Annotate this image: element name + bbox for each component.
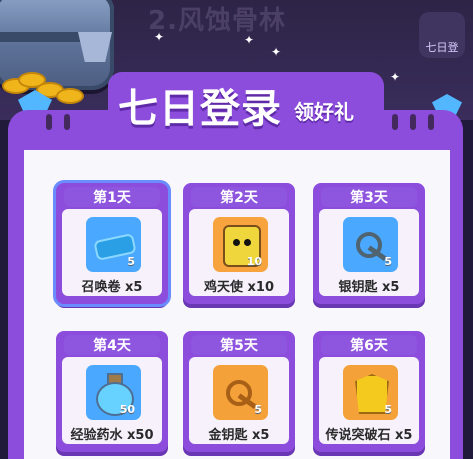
day-label: 第4天: [64, 335, 160, 355]
item-name: 银钥匙 x5: [338, 280, 400, 295]
corner-logo-text: 七日登: [425, 41, 459, 54]
item-quantity: 5: [127, 255, 135, 268]
silver-key-icon: 5: [343, 217, 398, 272]
item-quantity: 5: [384, 255, 392, 268]
page-subtitle: 领好礼: [294, 100, 354, 124]
item-name: 召唤卷 x5: [81, 280, 143, 295]
reward-body: 5 召唤卷 x5: [62, 209, 162, 296]
reward-card-day-4[interactable]: 第4天 50 经验药水 x50: [56, 331, 168, 452]
sparkle-icon: ✦: [271, 45, 282, 59]
ring-binder-icon: [64, 114, 70, 130]
sparkle-icon: ✦: [244, 33, 255, 47]
reward-card-day-6[interactable]: 第6天 5 传说突破石 x5: [313, 331, 425, 452]
item-quantity: 50: [119, 403, 135, 416]
reward-body: 5 银钥匙 x5: [319, 209, 419, 296]
day-label: 第6天: [321, 335, 417, 355]
day-label: 第2天: [191, 187, 287, 207]
corner-logo: 七日登: [419, 12, 465, 58]
sparkle-icon: ✦: [390, 70, 401, 84]
item-name: 鸡天使 x10: [203, 280, 274, 295]
reward-card-day-1[interactable]: 第1天 5 召唤卷 x5: [56, 183, 168, 304]
reward-card-day-2[interactable]: 第2天 10 鸡天使 x10: [183, 183, 295, 304]
legend-stone-icon: 5: [343, 365, 398, 420]
background-title: 2.风蚀骨林: [148, 6, 286, 36]
day-label: 第5天: [191, 335, 287, 355]
item-quantity: 10: [246, 255, 262, 268]
reward-card-day-3[interactable]: 第3天 5 银钥匙 x5: [313, 183, 425, 304]
chest-lock-icon: [78, 32, 112, 62]
ticket-icon: 5: [86, 217, 141, 272]
ring-binder-icon: [46, 114, 52, 130]
ring-binder-icon: [392, 114, 398, 130]
gold-key-icon: 5: [213, 365, 268, 420]
day-label: 第1天: [64, 187, 160, 207]
day-label: 第3天: [321, 187, 417, 207]
reward-body: 5 金钥匙 x5: [189, 357, 289, 444]
item-quantity: 5: [384, 403, 392, 416]
page-title: 七日登录: [118, 86, 282, 132]
item-name: 金钥匙 x5: [208, 428, 270, 443]
item-quantity: 5: [254, 403, 262, 416]
reward-body: 5 传说突破石 x5: [319, 357, 419, 444]
reward-body: 50 经验药水 x50: [62, 357, 162, 444]
chicken-angel-icon: 10: [213, 217, 268, 272]
potion-icon: 50: [86, 365, 141, 420]
item-name: 经验药水 x50: [70, 428, 154, 443]
ring-binder-icon: [410, 114, 416, 130]
ring-binder-icon: [428, 114, 434, 130]
item-name: 传说突破石 x5: [325, 428, 413, 443]
sparkle-icon: ✦: [154, 30, 165, 44]
reward-body: 10 鸡天使 x10: [189, 209, 289, 296]
reward-card-day-5[interactable]: 第5天 5 金钥匙 x5: [183, 331, 295, 452]
